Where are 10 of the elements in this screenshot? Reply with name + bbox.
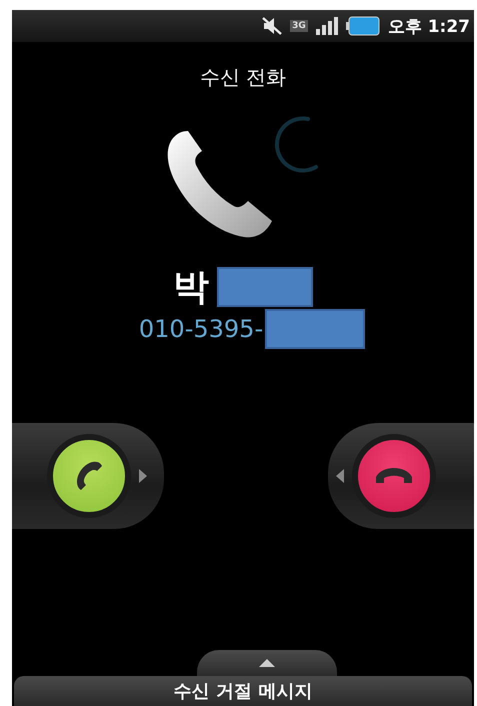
- network-icon: 3G: [290, 20, 308, 32]
- up-arrow-icon: [259, 659, 275, 667]
- clock-time: 오후 1:27: [388, 16, 470, 38]
- reject-message-tab[interactable]: 수신 거절 메시지: [14, 676, 472, 706]
- pull-up-handle[interactable]: [197, 650, 337, 676]
- battery-icon: [346, 16, 380, 36]
- phone-number: 010-5395-: [138, 315, 264, 343]
- call-title: 수신 전화: [198, 64, 288, 91]
- signal-icon: [314, 17, 339, 35]
- caller-name: 박: [173, 266, 209, 310]
